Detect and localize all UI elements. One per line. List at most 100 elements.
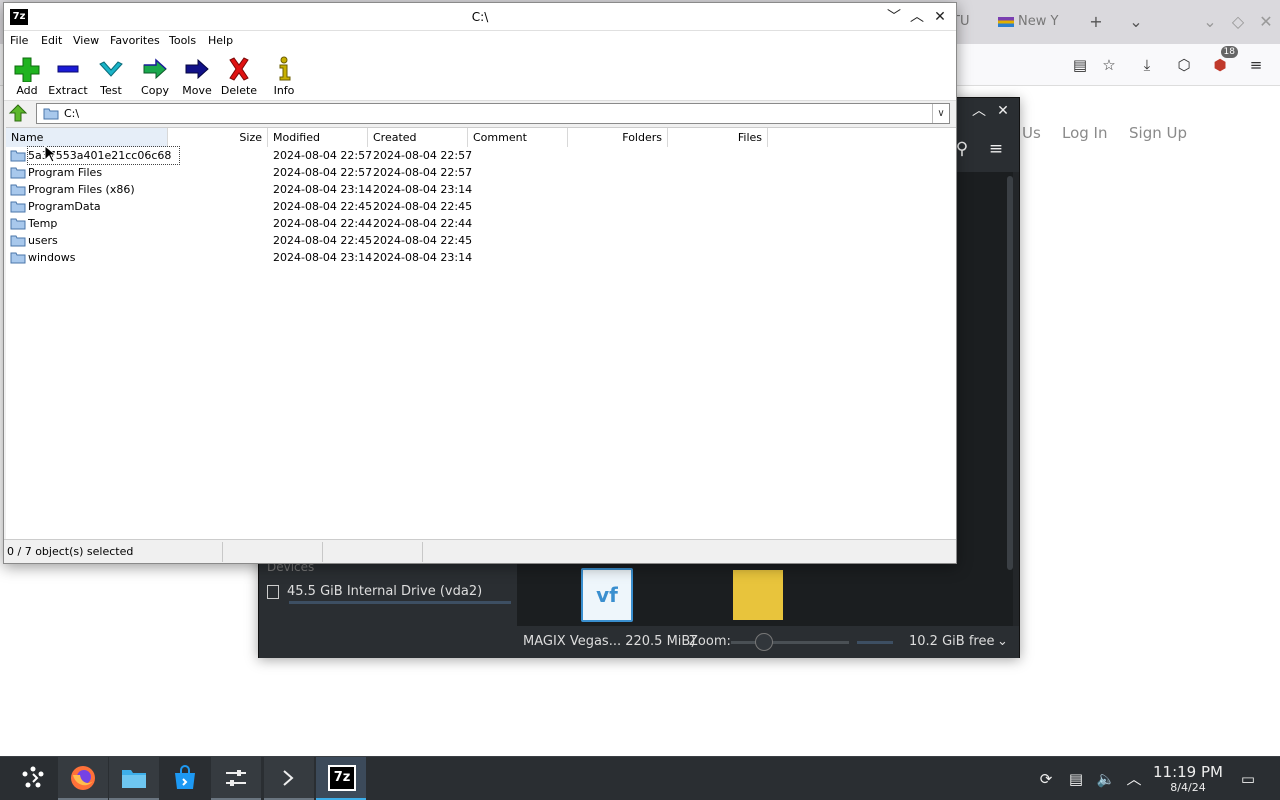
file-list: Name Size Modified Created Comment Folde… bbox=[6, 127, 956, 539]
file-name: ProgramData bbox=[28, 200, 101, 213]
file-manager-statusbar: MAGIX Vegas... 220.5 MiB) Zoom: 10.2 GiB… bbox=[517, 626, 1019, 658]
delete-button[interactable]: Delete bbox=[216, 54, 262, 98]
column-folders[interactable]: Folders bbox=[568, 128, 668, 147]
column-size[interactable]: Size bbox=[168, 128, 268, 147]
taskbar-file-manager[interactable] bbox=[109, 757, 159, 800]
reader-view-icon[interactable]: ▤ bbox=[1068, 53, 1092, 77]
menu-favorites[interactable]: Favorites bbox=[110, 34, 160, 47]
zoom-slider[interactable] bbox=[731, 641, 849, 644]
minimize-icon[interactable]: ﹀ bbox=[884, 7, 904, 27]
volume-icon[interactable]: 🔈 bbox=[1096, 769, 1116, 789]
update-icon[interactable]: ⟳ bbox=[1036, 769, 1056, 789]
restore-icon[interactable]: ◇ bbox=[1226, 10, 1250, 34]
menu-edit[interactable]: Edit bbox=[41, 34, 62, 47]
up-folder-icon[interactable] bbox=[7, 103, 29, 123]
folder-icon bbox=[10, 201, 26, 213]
sliders-icon bbox=[226, 770, 246, 786]
drive-item[interactable]: 45.5 GiB Internal Drive (vda2) bbox=[267, 580, 512, 604]
info-icon bbox=[279, 56, 291, 81]
column-files[interactable]: Files bbox=[668, 128, 768, 147]
table-row[interactable]: Temp 2024-08-04 22:44 2024-08-04 22:44 bbox=[6, 215, 956, 232]
maximize-icon[interactable]: ︿ bbox=[907, 7, 927, 27]
site-link-signup[interactable]: Sign Up bbox=[1129, 124, 1187, 142]
move-button[interactable]: Move bbox=[174, 54, 220, 98]
menu-tools[interactable]: Tools bbox=[169, 34, 196, 47]
file-created: 2024-08-04 23:14 bbox=[373, 251, 473, 264]
browser-tab-new[interactable]: New Y bbox=[998, 10, 1058, 34]
mouse-cursor-icon bbox=[44, 145, 56, 163]
copy-label: Copy bbox=[141, 84, 169, 97]
add-label: Add bbox=[16, 84, 38, 97]
column-modified[interactable]: Modified bbox=[268, 128, 368, 147]
table-row[interactable]: Program Files 2024-08-04 22:57 2024-08-0… bbox=[6, 164, 956, 181]
sevenzip-logo-icon[interactable]: 7z bbox=[10, 9, 28, 25]
file-created: 2024-08-04 22:45 bbox=[373, 200, 473, 213]
column-created[interactable]: Created bbox=[368, 128, 468, 147]
taskbar: 7z ⟳ ▤ 🔈 ︿ 11:19 PM 8/4/24 ▭ bbox=[0, 756, 1280, 800]
clipboard-icon[interactable]: ▤ bbox=[1066, 769, 1086, 789]
chevron-down-icon[interactable]: ⌄ bbox=[997, 626, 1008, 658]
table-row[interactable]: 5a​37553a401e21cc06c68 2024-08-04 22:57 … bbox=[6, 146, 956, 165]
maximize-icon[interactable]: ︿ bbox=[969, 101, 989, 121]
app-launcher[interactable] bbox=[8, 757, 58, 800]
clock-time: 11:19 PM bbox=[1153, 763, 1223, 781]
new-tab-icon[interactable]: + bbox=[1084, 10, 1108, 34]
browser-tab-label: New Y bbox=[1018, 14, 1059, 29]
close-icon[interactable]: ✕ bbox=[993, 101, 1013, 121]
file-created: 2024-08-04 22:44 bbox=[373, 217, 473, 230]
free-space[interactable]: 10.2 GiB free bbox=[909, 626, 994, 658]
file-modified: 2024-08-04 22:57 bbox=[273, 149, 373, 162]
column-name[interactable]: Name bbox=[6, 128, 168, 147]
menu-view[interactable]: View bbox=[73, 34, 99, 47]
close-icon[interactable]: ✕ bbox=[930, 7, 950, 27]
status-bar: 0 / 7 object(s) selected bbox=[4, 539, 956, 563]
taskbar-terminal[interactable] bbox=[264, 757, 314, 800]
archive-file-icon[interactable] bbox=[733, 570, 783, 620]
address-input[interactable]: C:\ ∨ bbox=[36, 103, 950, 124]
menu-help[interactable]: Help bbox=[208, 34, 233, 47]
bookmark-star-icon[interactable]: ☆ bbox=[1097, 53, 1121, 77]
tab-list-chevron-icon[interactable]: ⌄ bbox=[1124, 10, 1148, 34]
add-button[interactable]: Add bbox=[4, 54, 50, 98]
table-row[interactable]: Program Files (x86) 2024-08-04 23:14 202… bbox=[6, 181, 956, 198]
launcher-icon bbox=[22, 766, 44, 788]
site-link-login[interactable]: Log In bbox=[1062, 124, 1108, 142]
file-icon[interactable]: vf bbox=[581, 568, 633, 622]
zoom-slider-handle[interactable] bbox=[755, 633, 773, 651]
site-link-about[interactable]: Us bbox=[1022, 124, 1041, 142]
test-button[interactable]: Test bbox=[88, 54, 134, 98]
clock[interactable]: 11:19 PM 8/4/24 bbox=[1148, 763, 1228, 795]
file-modified: 2024-08-04 22:45 bbox=[273, 200, 373, 213]
taskbar-firefox[interactable] bbox=[58, 757, 108, 800]
table-row[interactable]: windows 2024-08-04 23:14 2024-08-04 23:1… bbox=[6, 249, 956, 266]
file-name: windows bbox=[28, 251, 76, 264]
file-name: Temp bbox=[28, 217, 58, 230]
menu-hamburger-icon[interactable]: ≡ bbox=[985, 138, 1007, 160]
minimize-icon[interactable]: ⌄ bbox=[1198, 10, 1222, 34]
menu-file[interactable]: File bbox=[10, 34, 28, 47]
menu-hamburger-icon[interactable]: ≡ bbox=[1244, 53, 1268, 77]
minus-icon bbox=[57, 65, 79, 73]
show-desktop-icon[interactable]: ▭ bbox=[1238, 769, 1258, 789]
x-icon bbox=[229, 57, 249, 81]
extract-button[interactable]: Extract bbox=[45, 54, 91, 98]
file-created: 2024-08-04 23:14 bbox=[373, 183, 473, 196]
info-button[interactable]: Info bbox=[261, 54, 307, 98]
extensions-icon[interactable]: ⬡ bbox=[1172, 53, 1196, 77]
table-row[interactable]: ProgramData 2024-08-04 22:45 2024-08-04 … bbox=[6, 198, 956, 215]
tray-expand-icon[interactable]: ︿ bbox=[1124, 769, 1144, 789]
taskbar-settings[interactable] bbox=[211, 757, 261, 800]
store-bag-icon bbox=[175, 765, 195, 789]
taskbar-discover[interactable] bbox=[160, 757, 210, 800]
table-row[interactable]: users 2024-08-04 22:45 2024-08-04 22:45 bbox=[6, 232, 956, 249]
ublock-extension-icon[interactable]: ⬢ 18 bbox=[1208, 46, 1238, 77]
close-icon[interactable]: ✕ bbox=[1254, 10, 1278, 34]
column-comment[interactable]: Comment bbox=[468, 128, 568, 147]
download-icon[interactable]: ⤓ bbox=[1135, 53, 1159, 77]
copy-button[interactable]: Copy bbox=[132, 54, 178, 98]
file-created: 2024-08-04 22:57 bbox=[373, 149, 473, 162]
scrollbar[interactable] bbox=[1007, 176, 1013, 570]
list-header: Name Size Modified Created Comment Folde… bbox=[6, 128, 956, 147]
chevron-down-icon[interactable]: ∨ bbox=[932, 104, 949, 123]
taskbar-7zip[interactable]: 7z bbox=[316, 757, 366, 800]
